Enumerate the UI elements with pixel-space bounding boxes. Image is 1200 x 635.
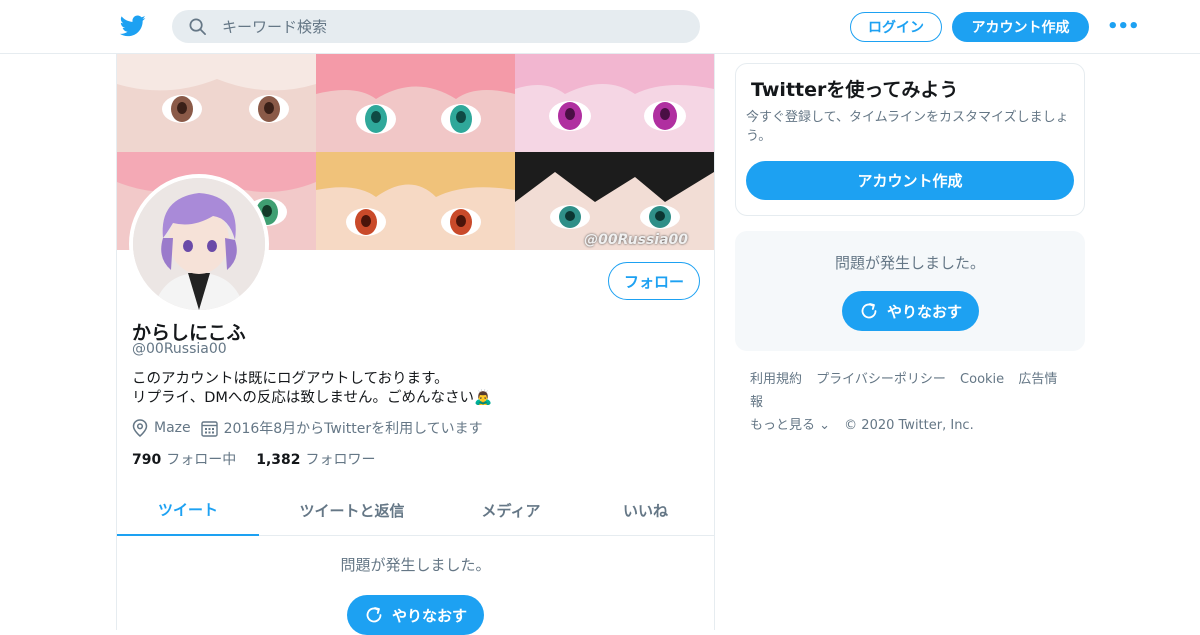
tab-likes[interactable]: いいね [577,484,714,536]
location-pin-icon [132,419,148,437]
footer-link-terms[interactable]: 利用規約 [750,372,802,387]
followers-label: フォロワー [305,452,376,468]
banner-tile [515,54,714,152]
sidebar-error-message: 問題が発生しました。 [834,254,985,272]
profile-stats: 790 フォロー中 1,382 フォロワー [132,449,396,469]
following-label: フォロー中 [166,452,237,468]
banner-tile [316,152,515,250]
profile-location: Maze [132,419,191,437]
tab-tweets-and-replies[interactable]: ツイートと返信 [259,484,445,536]
refresh-icon [366,607,382,623]
location-text: Maze [154,420,191,436]
timeline-error-message: 問題が発生しました。 [340,556,491,574]
follow-button[interactable]: フォロー [608,262,700,300]
sidebar-retry-button[interactable]: やりなおす [842,291,979,331]
tab-tweets[interactable]: ツイート [117,484,259,536]
retry-label: やりなおす [391,606,467,625]
signup-button[interactable]: アカウント作成 [952,12,1089,42]
timeline-retry-button[interactable]: やりなおす [347,595,484,635]
profile-column: @00Russia00 フォロー からしにこふ @00Russia00 このアカ… [116,54,715,635]
bio-line: リプライ、DMへの反応は致しません。ごめんなさい🙇‍♂️ [132,390,493,406]
sidebar-footer: 利用規約 プライバシーポリシー Cookie 広告情報 もっと見る ⌄ © 20… [750,368,1080,437]
footer-link-privacy[interactable]: プライバシーポリシー [816,372,946,387]
followers-stat[interactable]: 1,382 フォロワー [256,449,375,469]
retry-label: やりなおす [886,302,962,321]
search-box[interactable] [172,10,700,43]
profile-avatar[interactable] [129,174,269,314]
footer-more-link[interactable]: もっと見る ⌄ [750,418,830,433]
banner-tile [316,54,515,152]
following-count: 790 [132,452,162,468]
following-stat[interactable]: 790 フォロー中 [132,449,236,469]
tab-media[interactable]: メディア [445,484,577,536]
signup-promo-card: Twitterを使ってみよう 今すぐ登録して、タイムラインをカスタマイズしましょ… [735,63,1085,216]
signup-card-title: Twitterを使ってみよう [751,79,959,101]
profile-tabs: ツイート ツイートと返信 メディア いいね [117,484,714,536]
bio-line: このアカウントは既にログアウトしております。 [132,371,449,387]
refresh-icon [861,303,877,319]
sidebar-error-card: 問題が発生しました。 やりなおす [735,231,1085,351]
footer-link-cookie[interactable]: Cookie [960,372,1004,387]
login-button[interactable]: ログイン [850,12,942,42]
profile-meta: Maze 2016年8月からTwitterを利用しています [132,418,493,438]
footer-copyright: © 2020 Twitter, Inc. [844,418,974,433]
banner-watermark: @00Russia00 [584,232,688,248]
profile-bio: このアカウントは既にログアウトしております。 リプライ、DMへの反応は致しません… [132,370,692,408]
joined-text: 2016年8月からTwitterを利用しています [223,421,483,437]
banner-tile [117,54,316,152]
calendar-icon [200,420,218,437]
signup-card-description: 今すぐ登録して、タイムラインをカスタマイズしましょう。 [746,110,1069,144]
signup-card-button[interactable]: アカウント作成 [746,161,1074,200]
banner-tile: @00Russia00 [515,152,714,250]
twitter-bird-logo-icon[interactable] [119,13,147,39]
search-input[interactable] [222,10,682,43]
profile-handle[interactable]: @00Russia00 [132,341,227,357]
more-options-icon[interactable]: ••• [1107,18,1140,36]
followers-count: 1,382 [256,452,301,468]
top-navigation-bar: ログイン アカウント作成 ••• [0,0,1200,54]
search-icon [189,18,206,35]
profile-joined-date: 2016年8月からTwitterを利用しています [200,418,483,438]
